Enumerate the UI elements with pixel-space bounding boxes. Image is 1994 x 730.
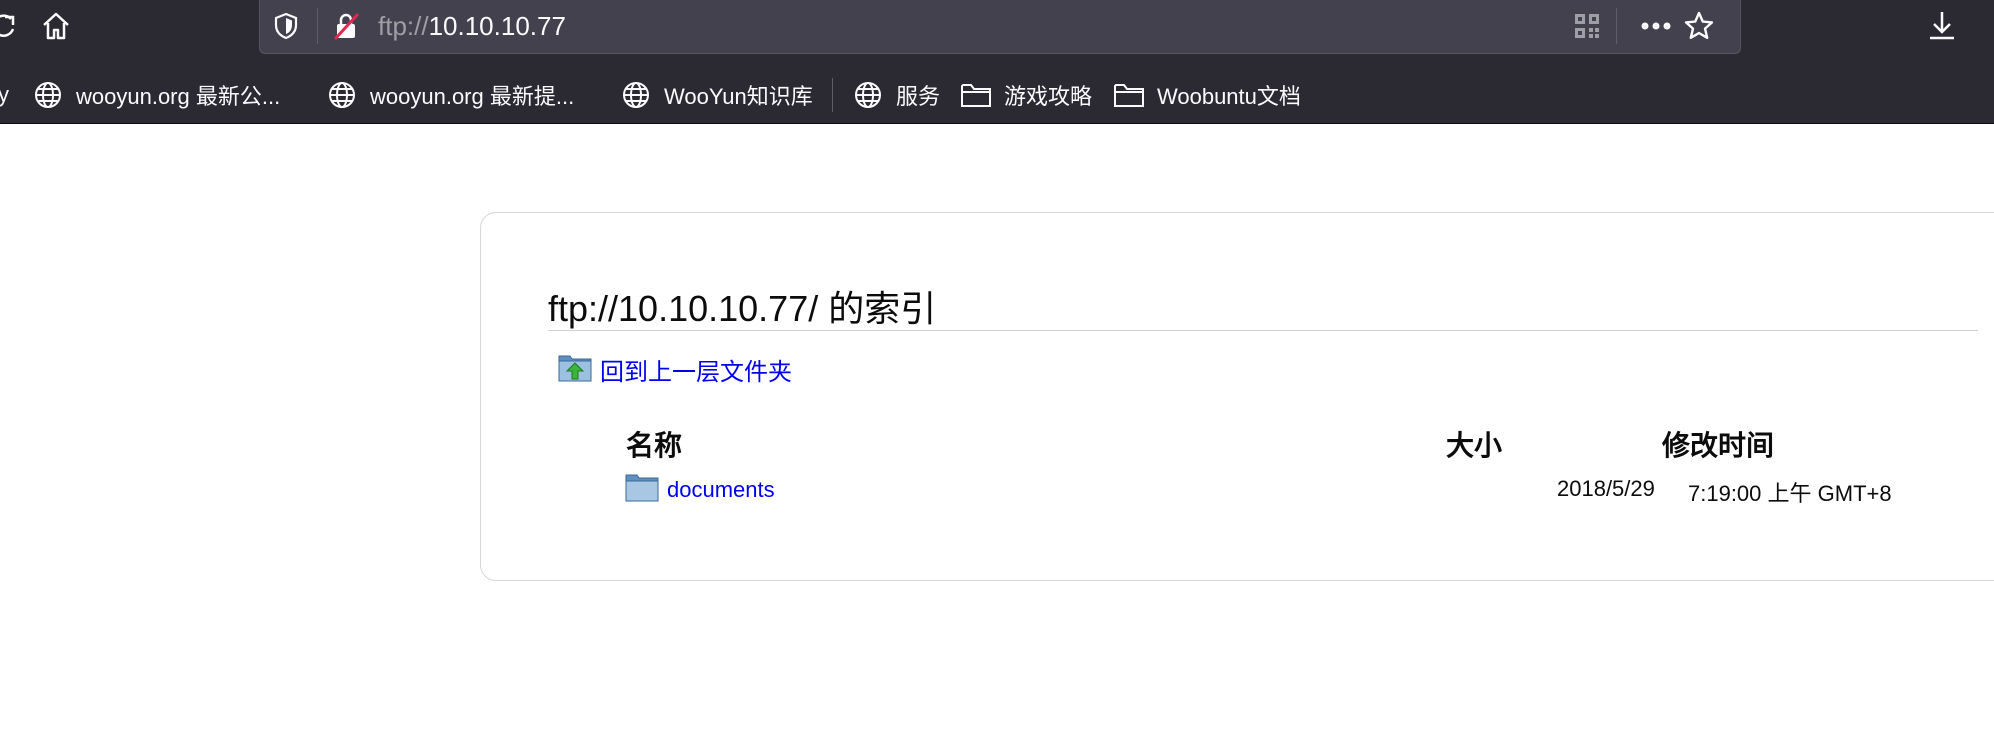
folder-icon: [625, 472, 659, 507]
globe-icon: [620, 79, 652, 111]
bookmark-wooyun-kb[interactable]: WooYun知识库: [620, 76, 813, 114]
home-icon[interactable]: [38, 8, 74, 44]
file-row-name[interactable]: documents: [625, 472, 775, 507]
folder-icon: [960, 79, 992, 111]
bookmark-separator: [832, 78, 833, 112]
bookmark-folder-woobuntu[interactable]: Woobuntu文档: [1113, 76, 1301, 114]
file-modified-date: 2018/5/29: [1557, 476, 1655, 501]
insecure-lock-icon[interactable]: [329, 9, 363, 43]
bookmark-label: wooyun.org 最新提...: [370, 84, 575, 109]
bookmark-label: 游戏攻略: [1004, 84, 1093, 109]
parent-directory-label: 回到上一层文件夹: [600, 359, 792, 386]
page-title: ftp://10.10.10.77/ 的索引: [548, 288, 937, 329]
column-header-modified[interactable]: 修改时间: [1662, 424, 1774, 464]
column-header-size[interactable]: 大小: [1446, 424, 1502, 464]
bookmark-label: Woobuntu文档: [1157, 84, 1301, 109]
bookmark-wooyun-submit[interactable]: wooyun.org 最新提...: [326, 76, 574, 114]
bookmark-star-icon[interactable]: [1682, 9, 1716, 43]
address-separator: [1616, 8, 1617, 44]
reload-icon[interactable]: [0, 8, 22, 44]
globe-icon: [852, 79, 884, 111]
bookmark-wooyun-announce[interactable]: wooyun.org 最新公...: [32, 76, 280, 114]
parent-directory-link[interactable]: 回到上一层文件夹: [558, 352, 792, 387]
qr-code-icon[interactable]: [1570, 9, 1604, 43]
globe-icon: [32, 79, 64, 111]
download-icon[interactable]: [1924, 8, 1960, 44]
url-text[interactable]: ftp://10.10.10.77: [378, 11, 566, 42]
bookmark-services[interactable]: 服务: [852, 76, 940, 114]
folder-icon: [1113, 79, 1145, 111]
toolbar-divider: [0, 123, 1994, 124]
title-divider: [548, 330, 1978, 331]
bookmark-label: wooyun.org 最新公...: [76, 84, 281, 109]
bookmark-folder-games[interactable]: 游戏攻略: [960, 76, 1092, 114]
bookmark-label: 服务: [896, 84, 941, 109]
globe-icon: [326, 79, 358, 111]
file-modified-time: 7:19:00 上午 GMT+8: [1688, 481, 1892, 506]
shield-icon[interactable]: [269, 9, 303, 43]
column-header-name[interactable]: 名称: [626, 424, 682, 464]
address-separator: [317, 8, 318, 44]
up-folder-icon: [558, 352, 592, 387]
directory-listing-panel: [480, 212, 1994, 581]
more-actions-icon[interactable]: [1639, 9, 1673, 43]
address-bar[interactable]: ftp://10.10.10.77: [259, 0, 1741, 54]
file-name-link[interactable]: documents: [667, 477, 775, 503]
bookmark-label: WooYun知识库: [664, 84, 813, 109]
bookmark-partial[interactable]: y: [0, 76, 9, 114]
